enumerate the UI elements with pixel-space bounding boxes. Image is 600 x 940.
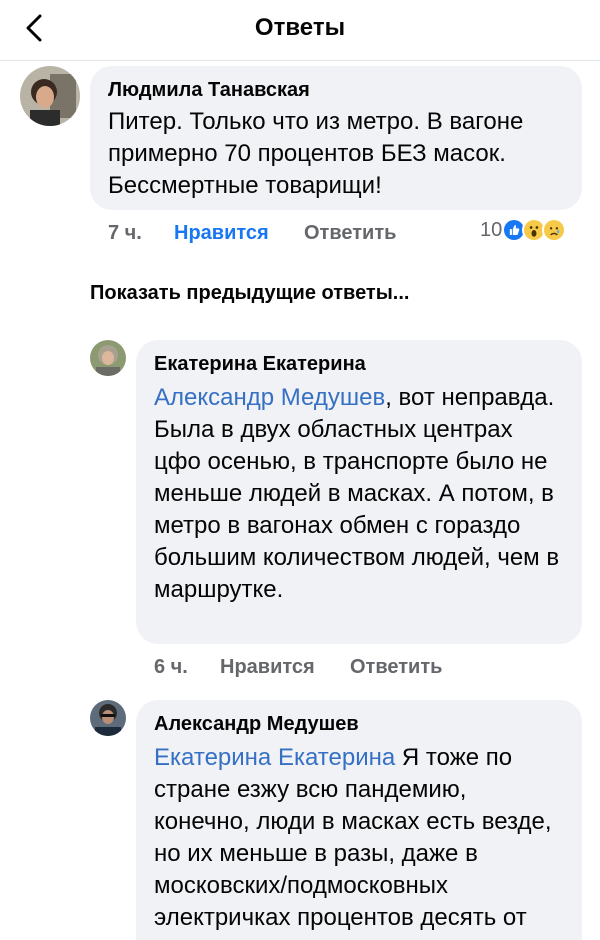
mention-link[interactable]: Екатерина Екатерина — [154, 744, 395, 771]
header-divider — [0, 60, 600, 61]
reactions-summary[interactable]: 10 — [480, 218, 567, 242]
reply-bubble: Александр Медушев Екатерина Екатерина Я … — [136, 700, 582, 940]
avatar[interactable] — [20, 66, 80, 126]
avatar[interactable] — [90, 340, 126, 376]
comment-bubble: Людмила Танавская Питер. Только что из м… — [90, 66, 582, 210]
comment-author[interactable]: Людмила Танавская — [108, 78, 564, 102]
comment-text: Питер. Только что из метро. В вагоне при… — [108, 108, 524, 199]
sad-reaction-icon — [542, 218, 567, 242]
comment-time: 7 ч. — [108, 222, 142, 244]
reply-button[interactable]: Ответить — [304, 222, 396, 245]
page-title: Ответы — [254, 14, 346, 41]
like-button[interactable]: Нравится — [220, 656, 315, 679]
reactions-count: 10 — [480, 218, 503, 241]
avatar[interactable] — [90, 700, 126, 736]
reply-button[interactable]: Ответить — [350, 656, 442, 679]
like-button[interactable]: Нравится — [174, 222, 269, 245]
reply-author[interactable]: Екатерина Екатерина — [154, 352, 564, 376]
reply-text: Александр Медушев, вот неправда. Была в … — [154, 384, 560, 603]
header: Ответы — [0, 0, 600, 56]
show-previous-replies-link[interactable]: Показать предыдущие ответы... — [90, 282, 409, 305]
reply-actions: 6 ч. Нравится Ответить — [0, 656, 600, 682]
reply-bubble: Екатерина Екатерина Александр Медушев, в… — [136, 340, 582, 644]
mention-link[interactable]: Александр Медушев — [154, 384, 385, 411]
reply-time: 6 ч. — [154, 656, 188, 678]
reply-author[interactable]: Александр Медушев — [154, 712, 564, 736]
reply-text: Екатерина Екатерина Я тоже по стране езж… — [154, 744, 552, 931]
